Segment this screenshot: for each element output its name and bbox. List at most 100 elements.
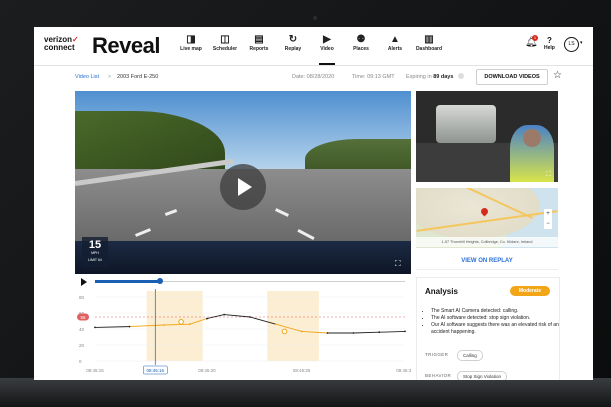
main-nav: ◨ Live map ◫ Scheduler ▤ Reports ↻ Replay ▶ Video… <box>174 33 446 65</box>
speed-data-point <box>223 313 226 316</box>
view-on-replay-link[interactable]: VIEW ON REPLAY <box>416 253 558 270</box>
driver-head <box>523 129 541 147</box>
speed-data-point <box>352 332 355 334</box>
chart-y-tick-label: 20 <box>79 343 85 348</box>
nav-item-label: Dashboard <box>415 46 443 52</box>
speed-data-point <box>404 330 406 333</box>
dashboard-icon: ▥ <box>424 34 434 45</box>
video-icon: ▶ <box>323 34 331 45</box>
speed-line-segment <box>378 330 406 333</box>
nav-item-places[interactable]: ⚉ Places <box>344 33 378 61</box>
nav-item-label: Video <box>320 46 334 52</box>
chart-y-tick-label: 40 <box>79 327 85 332</box>
nav-item-label: Live map <box>180 46 202 52</box>
expiry-prefix: Expiring in <box>406 74 432 80</box>
nav-item-dashboard[interactable]: ▥ Dashboard <box>412 33 446 61</box>
speed-data-point <box>128 325 131 328</box>
analysis-panel: Analysis Moderate The Smart AI Camera de… <box>416 277 560 380</box>
star-favorite-icon[interactable]: ☆ <box>553 70 562 81</box>
map-zoom-controls[interactable]: + − <box>544 209 552 229</box>
nav-item-video[interactable]: ▶ Video <box>310 33 344 65</box>
driver-facing-video[interactable]: ⛶ <box>416 91 558 182</box>
report-icon: ▤ <box>254 34 264 45</box>
risk-highlight-band <box>267 291 319 361</box>
app-screen: verizon✓ connect Reveal ◨ Live map ◫ Schedu… <box>34 27 593 380</box>
severity-badge: Moderate <box>510 286 550 296</box>
webcam <box>313 16 317 20</box>
breadcrumb-current-vehicle: 2003 Ford E-250 <box>117 74 159 80</box>
alert-icon: ▲ <box>390 34 400 45</box>
chart-x-tick-label: 08:45:25 <box>293 368 311 373</box>
expiry-text: Expiring in 89 days <box>406 74 453 80</box>
behavior-label: BEHAVIOR <box>425 373 452 378</box>
analysis-findings: The Smart AI Camera detected: calling. T… <box>425 308 561 336</box>
breadcrumb-video-list-link[interactable]: Video List <box>75 74 99 80</box>
user-avatar[interactable]: LS <box>564 37 579 52</box>
analysis-title: Analysis <box>425 287 458 296</box>
download-videos-button[interactable]: DOWNLOAD VIDEOS <box>476 69 548 85</box>
video-time: Time: 09:13 GMT <box>352 74 395 80</box>
trigger-label: TRIGGER <box>425 352 449 357</box>
nav-item-live-map[interactable]: ◨ Live map <box>174 33 208 61</box>
nav-item-alerts[interactable]: ▲ Alerts <box>378 33 412 61</box>
timeline-play-icon[interactable] <box>81 278 87 286</box>
speed-line-segment <box>223 314 251 318</box>
speed-data-point <box>249 316 251 318</box>
nav-item-label: Replay <box>284 46 302 52</box>
fullscreen-icon[interactable]: ⛶ <box>395 259 401 269</box>
breadcrumb-separator: > <box>108 74 112 80</box>
expiry-value: 89 days <box>433 74 454 80</box>
help-icon: ? <box>546 36 552 45</box>
map-address: 1-57 Thornhill Heights, Collbridge, Co. … <box>416 237 558 247</box>
behavior-chip[interactable]: Stop Sign Violation <box>457 371 507 380</box>
analysis-item: The AI software detected: stop sign viol… <box>431 315 561 322</box>
speed-data-point <box>300 330 303 333</box>
video-date: Date: 08/28/2020 <box>292 74 335 80</box>
speed-data-point <box>206 317 208 320</box>
brand-logo-text[interactable]: verizon✓ connect <box>44 36 79 52</box>
speed-limit: LIMIT 64 <box>88 258 102 262</box>
speed-line-segment <box>206 314 225 320</box>
event-marker <box>178 319 184 325</box>
speed-data-point <box>188 323 191 326</box>
laptop-base <box>0 378 611 407</box>
video-play-button[interactable] <box>220 164 266 210</box>
calendar-icon: ◫ <box>220 34 230 45</box>
event-marker <box>281 328 288 335</box>
speed-overlay: 15 MPH LIMIT 64 <box>82 237 108 267</box>
timeline-progress <box>95 280 161 283</box>
cab-window <box>436 105 496 143</box>
timeline-scrubber-handle[interactable] <box>157 278 164 284</box>
nav-item-scheduler[interactable]: ◫ Scheduler <box>208 33 242 61</box>
speed-value: 15 <box>88 239 102 251</box>
chart-x-tick-label: 08:45:16 <box>147 368 165 373</box>
trigger-chip[interactable]: Calling <box>457 350 483 361</box>
info-icon[interactable] <box>458 73 464 79</box>
speed-data-point <box>378 331 381 334</box>
speed-data-point <box>162 324 165 326</box>
speed-data-point <box>274 323 277 326</box>
nav-item-label: Alerts <box>387 46 403 52</box>
speed-unit: MPH <box>91 251 99 255</box>
speed-data-point <box>326 332 329 334</box>
speed-line-segment <box>94 326 130 328</box>
chart-x-tick-label: 08:45:20 <box>198 368 216 373</box>
notification-count-badge: 1 <box>532 35 538 41</box>
video-vehicle-hood <box>75 241 411 274</box>
chevron-down-icon[interactable]: ▾ <box>580 40 583 46</box>
road-facing-video[interactable]: 15 MPH LIMIT 64 ⛶ <box>75 91 411 274</box>
chart-y-tick-label: 80 <box>79 295 85 300</box>
speed-chart[interactable]: 8060402005508:45:1508:45:1608:45:2008:45… <box>75 289 411 379</box>
speed-data-point <box>94 326 96 329</box>
map-icon: ◨ <box>186 34 196 45</box>
speed-limit-label: 55 <box>80 315 86 320</box>
help-button[interactable]: ? Help <box>544 36 555 51</box>
places-icon: ⚉ <box>356 34 366 45</box>
chart-x-tick-label: 08:45:30 <box>396 368 411 373</box>
analysis-item: The Smart AI Camera detected: calling. <box>431 308 561 315</box>
nav-item-label: Reports <box>249 46 269 52</box>
expand-icon[interactable]: ⛶ <box>546 171 551 179</box>
nav-item-label: Scheduler <box>212 46 238 52</box>
nav-item-replay[interactable]: ↻ Replay <box>276 33 310 61</box>
nav-item-reports[interactable]: ▤ Reports <box>242 33 276 61</box>
